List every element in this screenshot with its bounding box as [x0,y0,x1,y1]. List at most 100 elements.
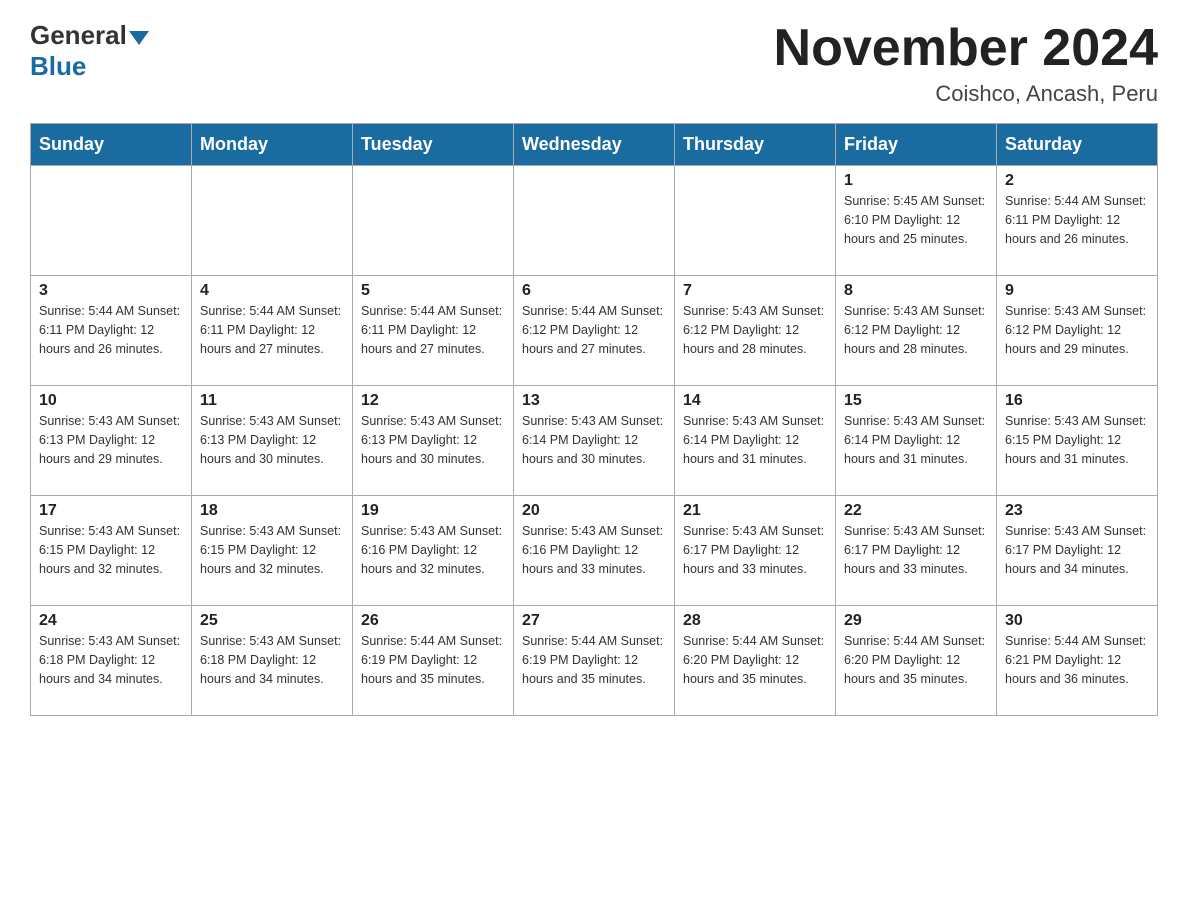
day-info: Sunrise: 5:43 AM Sunset: 6:17 PM Dayligh… [683,522,827,578]
calendar-table: SundayMondayTuesdayWednesdayThursdayFrid… [30,123,1158,716]
calendar-cell [514,166,675,276]
day-info: Sunrise: 5:43 AM Sunset: 6:12 PM Dayligh… [844,302,988,358]
calendar-cell: 16 Sunrise: 5:43 AM Sunset: 6:15 PM Dayli… [997,386,1158,496]
day-number: 13 [522,392,666,410]
day-info: Sunrise: 5:44 AM Sunset: 6:20 PM Dayligh… [683,632,827,688]
calendar-cell [192,166,353,276]
day-number: 26 [361,612,505,630]
day-number: 16 [1005,392,1149,410]
day-number: 30 [1005,612,1149,630]
calendar-cell: 25Sunrise: 5:43 AM Sunset: 6:18 PM Dayli… [192,606,353,716]
calendar-cell: 14 Sunrise: 5:43 AM Sunset: 6:14 PM Dayli… [675,386,836,496]
day-number: 3 [39,282,183,300]
calendar-cell: 15 Sunrise: 5:43 AM Sunset: 6:14 PM Dayli… [836,386,997,496]
day-number: 9 [1005,282,1149,300]
day-info: Sunrise: 5:44 AM Sunset: 6:20 PM Dayligh… [844,632,988,688]
day-number: 10 [39,392,183,410]
calendar-cell: 3 Sunrise: 5:44 AM Sunset: 6:11 PM Daylig… [31,276,192,386]
calendar-cell: 2 Sunrise: 5:44 AM Sunset: 6:11 PM Daylig… [997,166,1158,276]
column-header-thursday: Thursday [675,124,836,166]
calendar-cell [353,166,514,276]
day-number: 18 [200,502,344,520]
location-title: Coishco, Ancash, Peru [774,81,1158,107]
day-number: 23 [1005,502,1149,520]
calendar-week-row: 1 Sunrise: 5:45 AM Sunset: 6:10 PM Daylig… [31,166,1158,276]
day-info: Sunrise: 5:43 AM Sunset: 6:18 PM Dayligh… [39,632,183,688]
day-info: Sunrise: 5:44 AM Sunset: 6:11 PM Dayligh… [39,302,183,358]
calendar-cell: 19Sunrise: 5:43 AM Sunset: 6:16 PM Dayli… [353,496,514,606]
calendar-cell: 24 Sunrise: 5:43 AM Sunset: 6:18 PM Dayli… [31,606,192,716]
day-info: Sunrise: 5:44 AM Sunset: 6:11 PM Dayligh… [1005,192,1149,248]
logo-blue-text: Blue [30,51,86,82]
day-number: 27 [522,612,666,630]
calendar-week-row: 3 Sunrise: 5:44 AM Sunset: 6:11 PM Daylig… [31,276,1158,386]
column-header-saturday: Saturday [997,124,1158,166]
logo-arrow-icon [129,31,149,45]
column-header-sunday: Sunday [31,124,192,166]
day-number: 8 [844,282,988,300]
calendar-cell: 26 Sunrise: 5:44 AM Sunset: 6:19 PM Dayli… [353,606,514,716]
calendar-cell: 20Sunrise: 5:43 AM Sunset: 6:16 PM Dayli… [514,496,675,606]
column-header-tuesday: Tuesday [353,124,514,166]
day-info: Sunrise: 5:43 AM Sunset: 6:13 PM Dayligh… [200,412,344,468]
column-header-monday: Monday [192,124,353,166]
month-title: November 2024 [774,20,1158,77]
day-info: Sunrise: 5:43 AM Sunset: 6:18 PM Dayligh… [200,632,344,688]
day-number: 7 [683,282,827,300]
day-number: 14 [683,392,827,410]
calendar-week-row: 17 Sunrise: 5:43 AM Sunset: 6:15 PM Dayli… [31,496,1158,606]
header: General Blue November 2024 Coishco, Anca… [30,20,1158,107]
day-info: Sunrise: 5:43 AM Sunset: 6:12 PM Dayligh… [683,302,827,358]
calendar-cell: 11Sunrise: 5:43 AM Sunset: 6:13 PM Dayli… [192,386,353,496]
day-info: Sunrise: 5:43 AM Sunset: 6:14 PM Dayligh… [844,412,988,468]
calendar-cell: 12Sunrise: 5:43 AM Sunset: 6:13 PM Dayli… [353,386,514,496]
calendar-cell: 18 Sunrise: 5:43 AM Sunset: 6:15 PM Dayli… [192,496,353,606]
day-number: 28 [683,612,827,630]
calendar-cell: 4Sunrise: 5:44 AM Sunset: 6:11 PM Daylig… [192,276,353,386]
day-number: 17 [39,502,183,520]
calendar-week-row: 10 Sunrise: 5:43 AM Sunset: 6:13 PM Dayli… [31,386,1158,496]
calendar-cell: 21 Sunrise: 5:43 AM Sunset: 6:17 PM Dayli… [675,496,836,606]
day-number: 1 [844,172,988,190]
logo-general-text: General [30,20,127,51]
calendar-cell: 1 Sunrise: 5:45 AM Sunset: 6:10 PM Daylig… [836,166,997,276]
day-info: Sunrise: 5:43 AM Sunset: 6:17 PM Dayligh… [844,522,988,578]
calendar-cell: 30 Sunrise: 5:44 AM Sunset: 6:21 PM Dayli… [997,606,1158,716]
day-info: Sunrise: 5:43 AM Sunset: 6:13 PM Dayligh… [39,412,183,468]
day-info: Sunrise: 5:43 AM Sunset: 6:14 PM Dayligh… [522,412,666,468]
calendar-cell: 8 Sunrise: 5:43 AM Sunset: 6:12 PM Daylig… [836,276,997,386]
day-info: Sunrise: 5:43 AM Sunset: 6:15 PM Dayligh… [200,522,344,578]
column-header-friday: Friday [836,124,997,166]
day-number: 22 [844,502,988,520]
calendar-cell: 27 Sunrise: 5:44 AM Sunset: 6:19 PM Dayli… [514,606,675,716]
day-number: 21 [683,502,827,520]
day-number: 2 [1005,172,1149,190]
day-number: 19 [361,502,505,520]
logo: General Blue [30,20,151,82]
calendar-cell: 29Sunrise: 5:44 AM Sunset: 6:20 PM Dayli… [836,606,997,716]
day-info: Sunrise: 5:45 AM Sunset: 6:10 PM Dayligh… [844,192,988,248]
column-header-wednesday: Wednesday [514,124,675,166]
day-info: Sunrise: 5:44 AM Sunset: 6:19 PM Dayligh… [522,632,666,688]
calendar-cell: 7 Sunrise: 5:43 AM Sunset: 6:12 PM Daylig… [675,276,836,386]
day-info: Sunrise: 5:43 AM Sunset: 6:12 PM Dayligh… [1005,302,1149,358]
day-info: Sunrise: 5:43 AM Sunset: 6:15 PM Dayligh… [1005,412,1149,468]
day-info: Sunrise: 5:44 AM Sunset: 6:12 PM Dayligh… [522,302,666,358]
calendar-cell: 10 Sunrise: 5:43 AM Sunset: 6:13 PM Dayli… [31,386,192,496]
calendar-cell [675,166,836,276]
day-number: 20 [522,502,666,520]
day-number: 24 [39,612,183,630]
day-number: 6 [522,282,666,300]
day-number: 4 [200,282,344,300]
day-number: 15 [844,392,988,410]
calendar-cell: 28 Sunrise: 5:44 AM Sunset: 6:20 PM Dayli… [675,606,836,716]
day-info: Sunrise: 5:43 AM Sunset: 6:14 PM Dayligh… [683,412,827,468]
day-info: Sunrise: 5:44 AM Sunset: 6:11 PM Dayligh… [361,302,505,358]
calendar-cell: 9 Sunrise: 5:43 AM Sunset: 6:12 PM Daylig… [997,276,1158,386]
day-number: 12 [361,392,505,410]
day-info: Sunrise: 5:44 AM Sunset: 6:19 PM Dayligh… [361,632,505,688]
calendar-week-row: 24 Sunrise: 5:43 AM Sunset: 6:18 PM Dayli… [31,606,1158,716]
calendar-header-row: SundayMondayTuesdayWednesdayThursdayFrid… [31,124,1158,166]
day-info: Sunrise: 5:44 AM Sunset: 6:21 PM Dayligh… [1005,632,1149,688]
title-area: November 2024 Coishco, Ancash, Peru [774,20,1158,107]
